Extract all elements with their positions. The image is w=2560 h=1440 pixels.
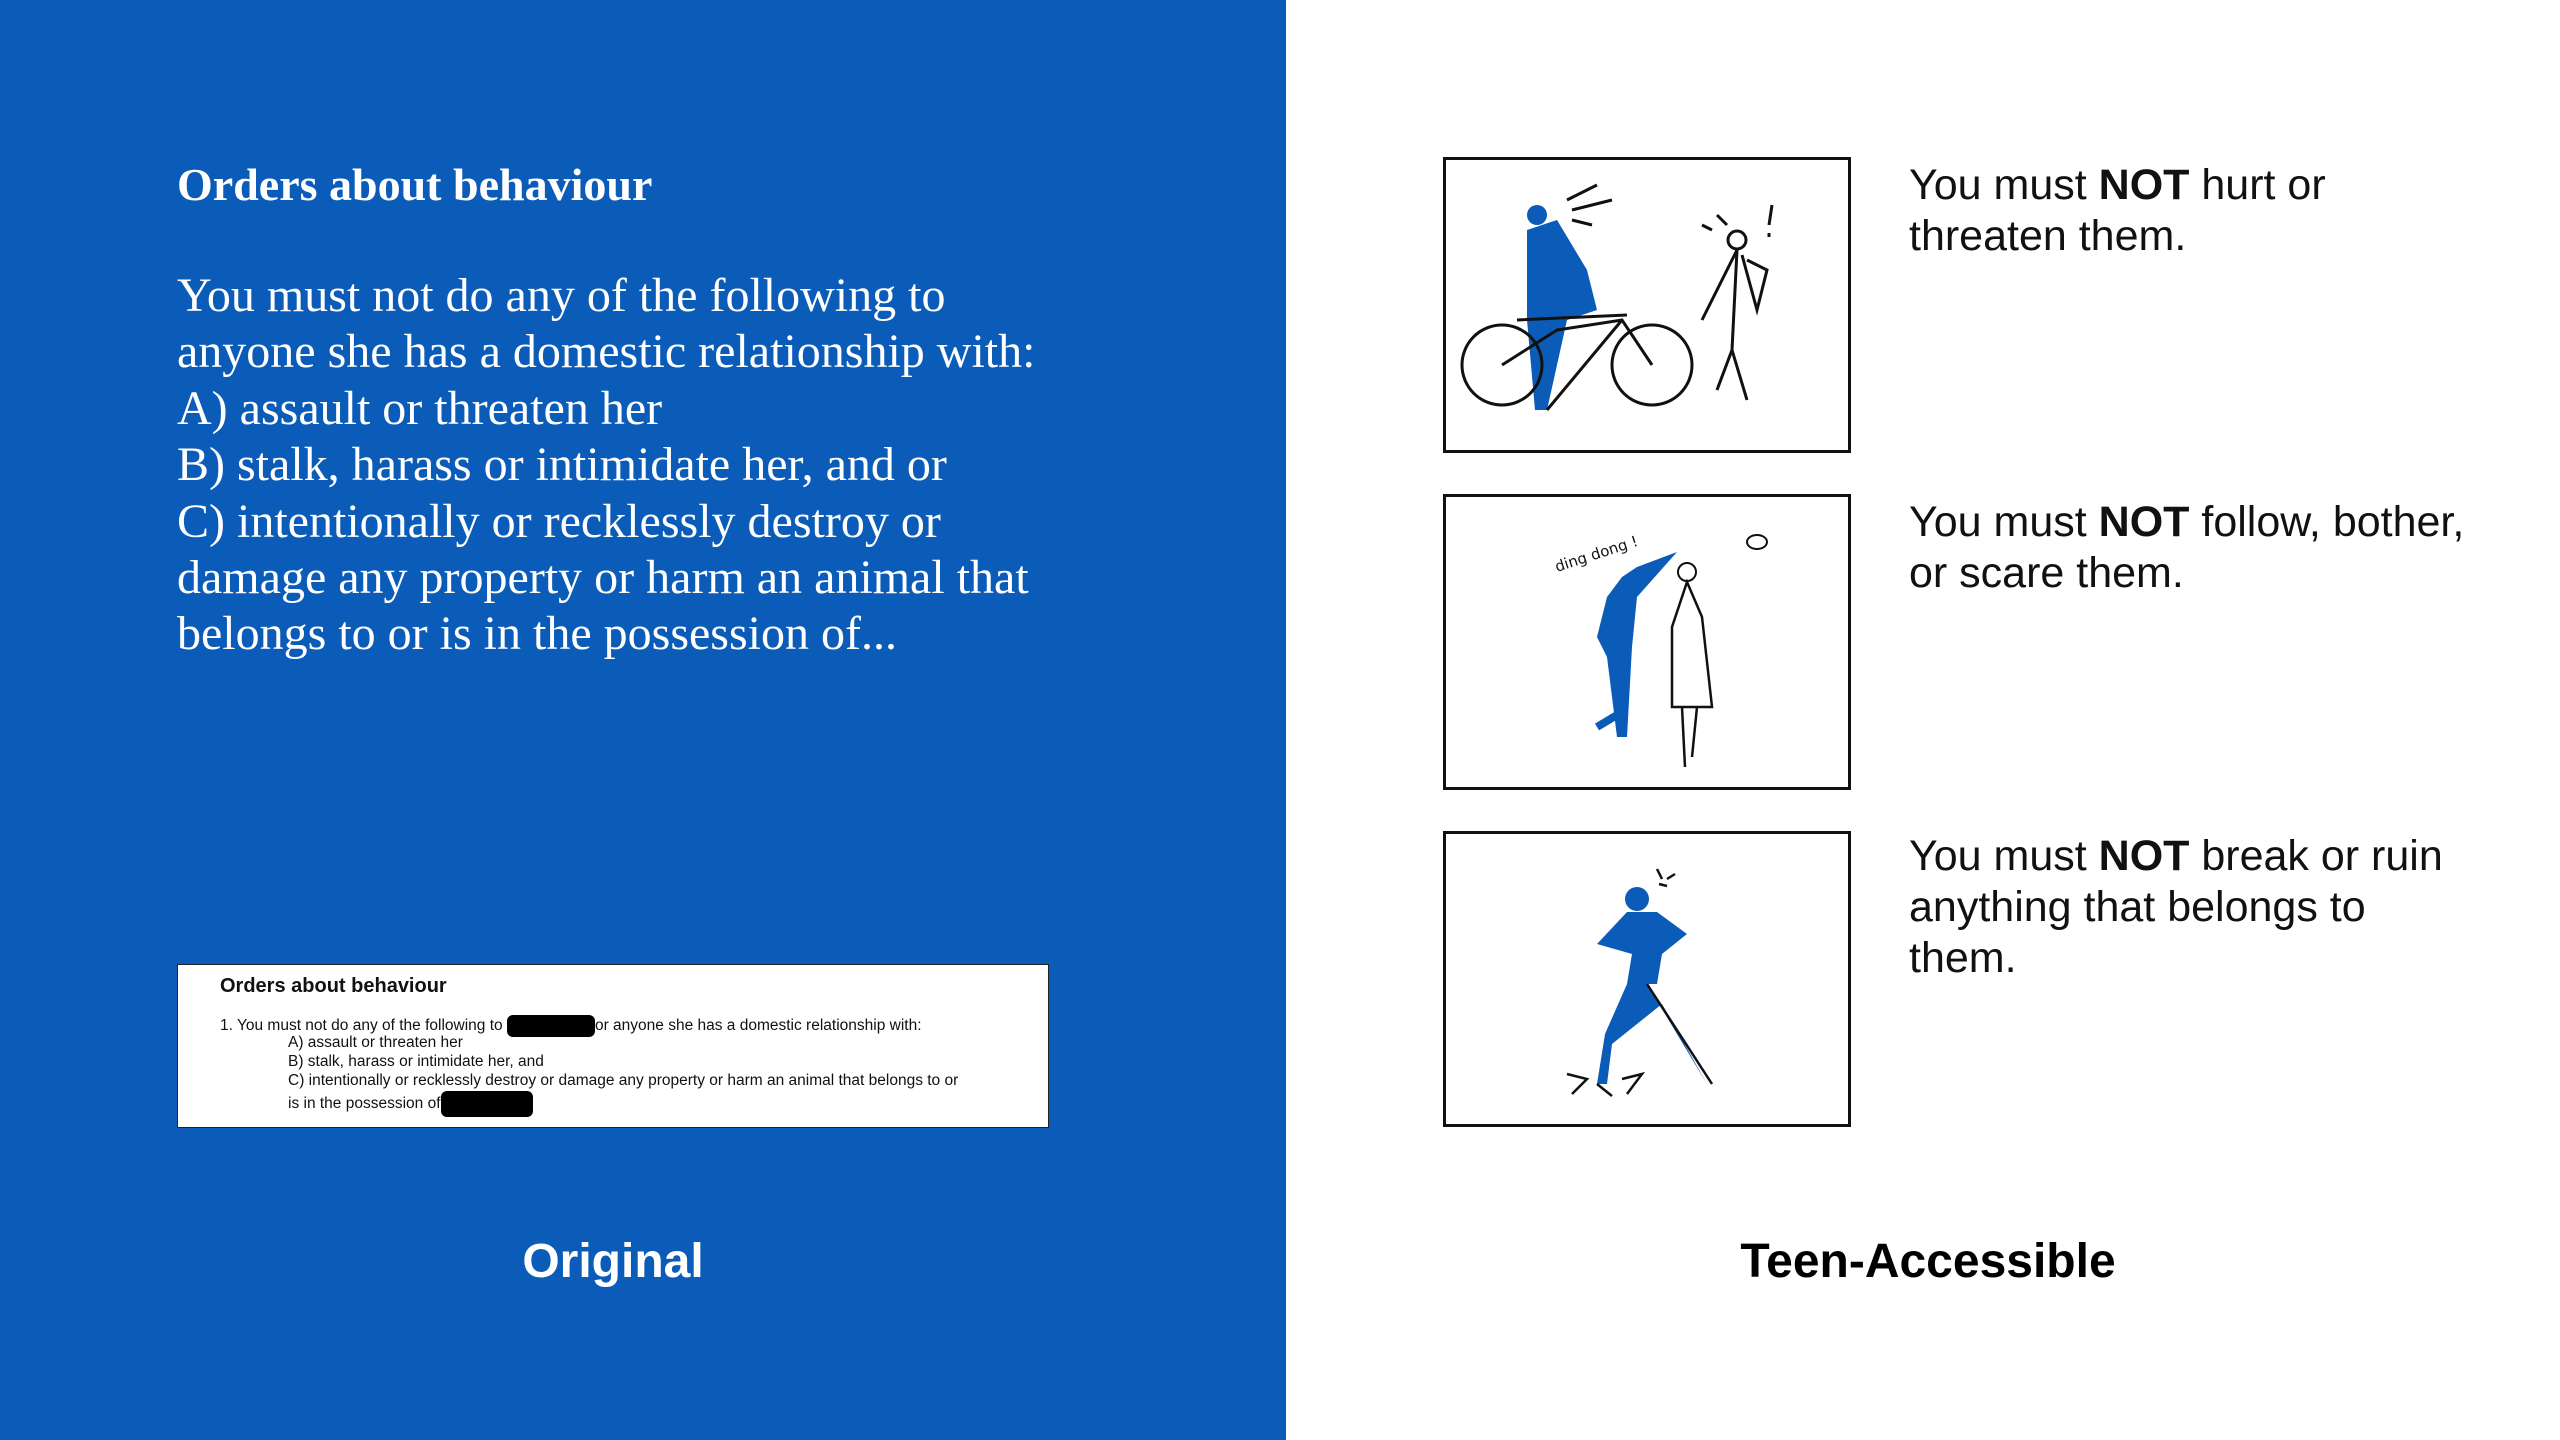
scan-text: or anyone she has a domestic relationshi… bbox=[594, 1017, 922, 1035]
body-line: B) stalk, harass or intimidate her, and … bbox=[177, 438, 947, 492]
scanned-document: Orders about behaviour 1. You must not d… bbox=[177, 964, 1049, 1128]
scan-title: Orders about behaviour bbox=[220, 975, 447, 997]
body-line: belongs to or is in the possession of... bbox=[177, 607, 897, 661]
body-line: A) assault or threaten her bbox=[177, 381, 663, 435]
scan-line: A) assault or threaten her bbox=[288, 1034, 463, 1051]
body-line: C) intentionally or recklessly destroy o… bbox=[177, 494, 941, 548]
scan-line: C) intentionally or recklessly destroy o… bbox=[288, 1072, 959, 1089]
original-title: Orders about behaviour bbox=[177, 159, 653, 210]
scan-line: is in the possession of bbox=[288, 1091, 533, 1117]
sketch-caption: ding dong ! bbox=[1553, 532, 1640, 576]
rule-emphasis: NOT bbox=[2098, 161, 2190, 209]
body-line: anyone she has a domestic relationship w… bbox=[177, 325, 1036, 379]
cyclist-sketch-icon bbox=[1460, 183, 1774, 411]
redaction-mark bbox=[440, 1091, 533, 1117]
rule-prefix: You must bbox=[1909, 161, 2099, 209]
original-caption: Original bbox=[522, 1235, 704, 1288]
body-line: You must not do any of the following to bbox=[177, 269, 946, 322]
redaction-mark bbox=[506, 1015, 595, 1037]
rule-emphasis: NOT bbox=[2098, 498, 2190, 546]
illustration-break bbox=[1443, 831, 1851, 1127]
stomping-sketch-icon bbox=[1566, 868, 1714, 1097]
rule-prefix: You must bbox=[1909, 498, 2099, 546]
original-body: You must not do any of the following to … bbox=[177, 268, 1097, 663]
body-line: damage any property or harm an animal th… bbox=[177, 551, 1029, 605]
rule-emphasis: NOT bbox=[2098, 832, 2190, 880]
original-panel: Orders about behaviour You must not do a… bbox=[0, 0, 1286, 1440]
scan-line: B) stalk, harass or intimidate her, and bbox=[288, 1053, 544, 1070]
rule-text-follow: You must NOT follow, bother, or scare th… bbox=[1909, 497, 2469, 599]
scan-text: 1. You must not do any of the following … bbox=[220, 1017, 503, 1035]
illustration-follow: ding dong ! bbox=[1443, 494, 1851, 790]
doorbell-sketch-icon: ding dong ! bbox=[1553, 532, 1768, 768]
scan-text: is in the possession of bbox=[288, 1095, 441, 1113]
rule-text-break: You must NOT break or ruin anything that… bbox=[1909, 831, 2469, 984]
teen-caption: Teen-Accessible bbox=[1740, 1235, 2116, 1288]
rule-prefix: You must bbox=[1909, 832, 2099, 880]
illustration-hurt bbox=[1443, 157, 1851, 453]
rule-text-hurt: You must NOT hurt or threaten them. bbox=[1909, 160, 2469, 262]
